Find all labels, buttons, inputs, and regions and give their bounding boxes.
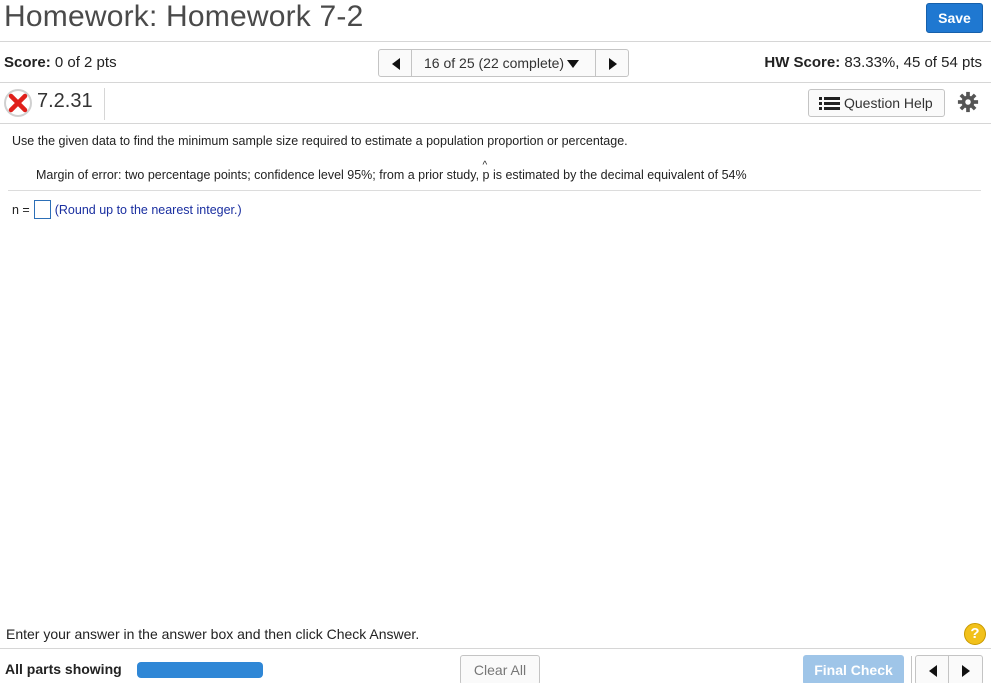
previous-question-button[interactable] [378,49,412,77]
given-data-text: Margin of error: two percentage points; … [36,168,480,182]
rounding-hint: (Round up to the nearest integer.) [54,202,242,217]
footer-navigator [915,655,983,683]
triangle-left-icon [392,58,400,70]
question-position-text: 16 of 25 (22 complete) [424,55,565,71]
hw-score-value: 83.33%, 45 of 54 pts [844,54,982,71]
gear-icon[interactable] [957,91,979,113]
page-header: Homework: Homework 7-2 Save [0,0,991,42]
n-label: n = [12,202,30,217]
all-parts-showing-label: All parts showing [5,661,122,677]
save-button[interactable]: Save [926,3,983,33]
question-help-label: Question Help [844,95,933,111]
question-navigator: 16 of 25 (22 complete) [378,49,629,77]
question-instructions: Use the given data to find the minimum s… [12,134,628,148]
question-selector-dropdown[interactable]: 16 of 25 (22 complete) [412,49,595,77]
score-label: Score: [4,54,51,71]
content-divider [8,190,981,191]
question-score: Score: 0 of 2 pts [4,54,117,71]
question-help-button[interactable]: Question Help [808,89,945,117]
next-question-button[interactable] [949,655,983,683]
divider [104,88,105,120]
score-bar: Score: 0 of 2 pts 16 of 25 (22 complete)… [0,43,991,83]
answer-instructions: Enter your answer in the answer box and … [6,626,420,642]
score-value: 0 of 2 pts [54,54,117,71]
question-given-data: Margin of error: two percentage points; … [36,160,747,182]
given-data-text-continued: is estimated by the decimal equivalent o… [492,168,747,182]
question-number: 7.2.31 [37,90,93,112]
page-title: Homework: Homework 7-2 [4,0,364,33]
p-hat-symbol: ^ p [483,160,490,182]
final-check-button[interactable]: Final Check [803,655,904,683]
x-mark-icon [4,89,32,117]
progress-bar [137,662,263,678]
question-header: 7.2.31 Question Help [0,84,991,124]
answer-line: n = (Round up to the nearest integer.) [12,200,242,219]
list-icon [819,97,840,110]
hw-score-label: HW Score: [764,54,841,71]
triangle-down-icon [567,60,579,68]
clear-all-button[interactable]: Clear All [460,655,540,683]
footer-divider [0,648,991,649]
triangle-right-icon [609,58,617,70]
triangle-left-icon [929,665,937,677]
hat-accent: ^ [482,160,488,171]
next-question-button[interactable] [595,49,629,77]
homework-score: HW Score: 83.33%, 45 of 54 pts [764,54,982,71]
triangle-right-icon [962,665,970,677]
help-icon[interactable]: ? [964,623,986,645]
previous-question-button[interactable] [915,655,949,683]
divider [911,656,912,683]
n-answer-input[interactable] [33,200,51,219]
